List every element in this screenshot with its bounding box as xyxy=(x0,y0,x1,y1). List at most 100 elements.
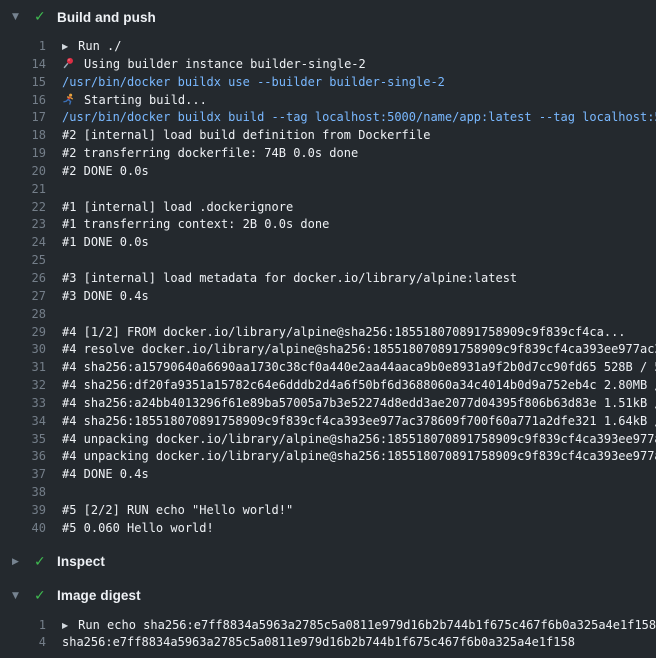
log-line: 21 xyxy=(0,181,656,199)
log-text: #4 unpacking docker.io/library/alpine@sh… xyxy=(62,448,656,466)
log-line: 39 #5 [2/2] RUN echo "Hello world!" xyxy=(0,502,656,520)
step-header-inspect[interactable]: ▶✓Inspect xyxy=(0,552,656,572)
line-number[interactable]: 33 xyxy=(0,395,46,413)
log-line: 26 #3 [internal] load metadata for docker… xyxy=(0,270,656,288)
step-build-and-push: ▼✓Build and push1▶Run ./14Using builder … xyxy=(0,0,656,545)
chevron-down-icon[interactable]: ▼ xyxy=(12,591,34,601)
log-text: Using builder instance builder-single-2 xyxy=(62,56,656,74)
line-number[interactable]: 20 xyxy=(0,163,46,181)
chevron-right-icon[interactable]: ▶ xyxy=(12,557,34,567)
line-number[interactable]: 40 xyxy=(0,520,46,538)
log-text-command: /usr/bin/docker buildx build --tag local… xyxy=(62,109,656,127)
log-text: sha256:e7ff8834a5963a2785c5a0811e979d16b… xyxy=(62,634,656,652)
log-text xyxy=(62,306,656,324)
log-text: #5 0.060 Hello world! xyxy=(62,520,656,538)
line-number[interactable]: 32 xyxy=(0,377,46,395)
log-line: 31 #4 sha256:a15790640a6690aa1730c38cf0a4… xyxy=(0,359,656,377)
log-line: 19 #2 transferring dockerfile: 74B 0.0s d… xyxy=(0,145,656,163)
log-line: 18 #2 [internal] load build definition fr… xyxy=(0,127,656,145)
log-text: #4 sha256:185518070891758909c9f839cf4ca3… xyxy=(62,413,656,431)
log-line: 23#1 transferring context: 2B 0.0s done xyxy=(0,216,656,234)
step-log-body: 1▶Run ./14Using builder instance builder… xyxy=(0,38,656,538)
log-line: 37 #4 DONE 0.4s xyxy=(0,466,656,484)
line-number[interactable]: 36 xyxy=(0,448,46,466)
log-line: 36 #4 unpacking docker.io/library/alpine@… xyxy=(0,448,656,466)
log-line: 16Starting build... xyxy=(0,92,656,110)
line-number[interactable]: 27 xyxy=(0,288,46,306)
success-check-icon: ✓ xyxy=(34,554,57,570)
line-number[interactable]: 21 xyxy=(0,181,46,199)
log-line: 14 Using builder instance builder-single-… xyxy=(0,56,656,74)
log-line: 33 #4 sha256:a24bb4013296f61e89ba57005a7b… xyxy=(0,395,656,413)
step-header-build-and-push[interactable]: ▼✓Build and push xyxy=(0,7,656,27)
log-line: 15/usr/bin/docker buildx use --builder b… xyxy=(0,74,656,92)
line-number[interactable]: 16 xyxy=(0,92,46,110)
line-number[interactable]: 26 xyxy=(0,270,46,288)
log-text xyxy=(62,181,656,199)
line-number[interactable]: 4 xyxy=(0,634,46,652)
line-number[interactable]: 37 xyxy=(0,466,46,484)
line-number[interactable]: 23 xyxy=(0,216,46,234)
runner-icon xyxy=(62,93,75,106)
step-header-image-digest[interactable]: ▼✓Image digest xyxy=(0,586,656,606)
log-text: #4 resolve docker.io/library/alpine@sha2… xyxy=(62,341,656,359)
log-text: #4 unpacking docker.io/library/alpine@sh… xyxy=(62,431,656,449)
log-text: #2 transferring dockerfile: 74B 0.0s don… xyxy=(62,145,656,163)
log-text: #1 [internal] load .dockerignore xyxy=(62,199,656,217)
line-number[interactable]: 15 xyxy=(0,74,46,92)
line-number[interactable]: 29 xyxy=(0,324,46,342)
log-line: 4 sha256:e7ff8834a5963a2785c5a0811e979d16… xyxy=(0,634,656,652)
line-number[interactable]: 25 xyxy=(0,252,46,270)
line-number[interactable]: 14 xyxy=(0,56,46,74)
log-text: #2 [internal] load build definition from… xyxy=(62,127,656,145)
log-line: 22 #1 [internal] load .dockerignore xyxy=(0,199,656,217)
log-text: #5 [2/2] RUN echo "Hello world!" xyxy=(62,502,656,520)
log-text xyxy=(62,484,656,502)
log-line: 24#1 DONE 0.0s xyxy=(0,234,656,252)
step-title: Build and push xyxy=(57,10,156,25)
log-line: 34 #4 sha256:185518070891758909c9f839cf4c… xyxy=(0,413,656,431)
log-text: #4 sha256:df20fa9351a15782c64e6dddb2d4a6… xyxy=(62,377,656,395)
chevron-down-icon[interactable]: ▼ xyxy=(12,12,34,22)
pushpin-icon xyxy=(62,57,75,70)
log-text: #4 sha256:a15790640a6690aa1730c38cf0a440… xyxy=(62,359,656,377)
group-expander-icon[interactable]: ▶ xyxy=(62,38,68,56)
log-text: #4 DONE 0.4s xyxy=(62,466,656,484)
log-line: 30 #4 resolve docker.io/library/alpine@sh… xyxy=(0,341,656,359)
line-number[interactable]: 35 xyxy=(0,431,46,449)
actions-log-viewer: ▼✓Build and push1▶Run ./14Using builder … xyxy=(0,0,656,658)
log-text: #3 DONE 0.4s xyxy=(62,288,656,306)
line-number[interactable]: 38 xyxy=(0,484,46,502)
success-check-icon: ✓ xyxy=(34,9,57,25)
line-number[interactable]: 28 xyxy=(0,306,46,324)
log-text: #4 sha256:a24bb4013296f61e89ba57005a7b3e… xyxy=(62,395,656,413)
log-line: 20 #2 DONE 0.0s xyxy=(0,163,656,181)
line-number[interactable]: 30 xyxy=(0,341,46,359)
log-text-command: /usr/bin/docker buildx use --builder bui… xyxy=(62,74,656,92)
group-expander-icon[interactable]: ▶ xyxy=(62,617,68,635)
line-number[interactable]: 1 xyxy=(0,38,46,56)
line-number[interactable]: 18 xyxy=(0,127,46,145)
log-text: #4 [1/2] FROM docker.io/library/alpine@s… xyxy=(62,324,656,342)
line-number[interactable]: 22 xyxy=(0,199,46,217)
step-log-body: 1▶Run echo sha256:e7ff8834a5963a2785c5a0… xyxy=(0,617,656,653)
line-number[interactable]: 24 xyxy=(0,234,46,252)
log-line: 35 #4 unpacking docker.io/library/alpine@… xyxy=(0,431,656,449)
line-number[interactable]: 34 xyxy=(0,413,46,431)
line-number[interactable]: 1 xyxy=(0,617,46,635)
log-text: #3 [internal] load metadata for docker.i… xyxy=(62,270,656,288)
line-number[interactable]: 19 xyxy=(0,145,46,163)
line-number[interactable]: 39 xyxy=(0,502,46,520)
log-text xyxy=(62,252,656,270)
log-text: #2 DONE 0.0s xyxy=(62,163,656,181)
step-inspect: ▶✓Inspect xyxy=(0,545,656,579)
line-number[interactable]: 17 xyxy=(0,109,46,127)
log-line: 1▶Run echo sha256:e7ff8834a5963a2785c5a0… xyxy=(0,617,656,635)
log-line: 40 #5 0.060 Hello world! xyxy=(0,520,656,538)
log-line: 28 xyxy=(0,306,656,324)
step-title: Inspect xyxy=(57,554,105,569)
log-line: 25 xyxy=(0,252,656,270)
log-line: 17/usr/bin/docker buildx build --tag loc… xyxy=(0,109,656,127)
line-number[interactable]: 31 xyxy=(0,359,46,377)
success-check-icon: ✓ xyxy=(34,588,57,604)
